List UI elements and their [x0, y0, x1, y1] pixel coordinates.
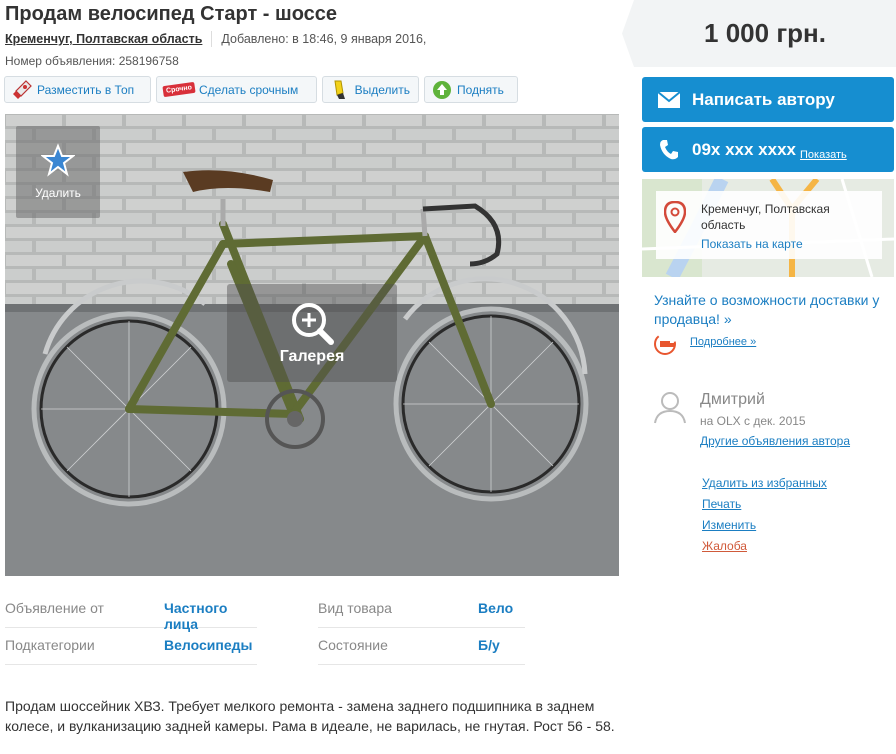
rocket-icon — [9, 79, 35, 101]
map-pin-icon — [664, 201, 686, 233]
show-on-map-link[interactable]: Показать на карте — [701, 237, 803, 251]
highlight-button[interactable]: Выделить — [322, 76, 419, 103]
ad-title: Продам велосипед Старт - шоссе — [5, 3, 338, 25]
write-author-label: Написать автору — [692, 89, 835, 109]
detail-key: Объявление от — [5, 600, 104, 616]
favorite-label: Удалить — [35, 186, 81, 200]
location-map[interactable]: Кременчуг, Полтавская область Показать н… — [642, 179, 894, 277]
ad-number: Номер объявления: 258196758 — [5, 54, 179, 68]
detail-value-link[interactable]: Вело — [478, 600, 513, 616]
urgent-tag-icon: Срочно — [161, 79, 197, 101]
print-link[interactable]: Печать — [702, 497, 741, 511]
highlight-label: Выделить — [354, 82, 410, 97]
other-ads-link[interactable]: Другие объявления автора — [700, 434, 850, 448]
ad-meta: Кременчуг, Полтавская область Добавлено:… — [5, 31, 426, 47]
star-icon — [41, 143, 75, 177]
show-phone-link[interactable]: Показать — [800, 149, 847, 161]
ad-description: Продам шоссейник ХВЗ. Требует мелкого ре… — [5, 698, 615, 734]
added-date: Добавлено: в 18:46, 9 января 2016, — [221, 32, 427, 46]
map-location: Кременчуг, Полтавская область — [701, 202, 830, 232]
delivery-info-link[interactable]: Узнайте о возможности доставки у продавц… — [654, 291, 890, 329]
highlighter-icon — [327, 79, 353, 101]
phone-icon — [656, 139, 682, 161]
detail-key: Состояние — [318, 637, 388, 653]
make-urgent-button[interactable]: Срочно Сделать срочным — [156, 76, 317, 103]
more-details-link[interactable]: Подробнее » — [690, 336, 756, 348]
gallery-button[interactable]: Галерея — [227, 284, 397, 382]
top-placement-button[interactable]: Разместить в Топ — [4, 76, 151, 103]
detail-row: Объявление от Частного лица — [5, 591, 257, 632]
favorite-toggle[interactable]: Удалить — [16, 126, 100, 218]
detail-key: Вид товара — [318, 600, 392, 616]
price: 1 000 грн. — [704, 18, 826, 48]
user-since: на OLX с дек. 2015 — [700, 414, 806, 428]
bicycle-photo[interactable]: Удалить Галерея — [5, 114, 619, 576]
bump-up-label: Поднять — [457, 82, 504, 97]
detail-row: Состояние Б/у — [318, 628, 525, 665]
detail-row: Подкатегории Велосипеды — [5, 628, 257, 665]
detail-key: Подкатегории — [5, 637, 95, 653]
bump-up-button[interactable]: Поднять — [424, 76, 518, 103]
gallery-label: Галерея — [279, 348, 345, 365]
detail-row: Вид товара Вело — [318, 591, 525, 628]
zoom-icon — [292, 303, 334, 345]
remove-favorite-link[interactable]: Удалить из избранных — [702, 476, 827, 490]
make-urgent-label: Сделать срочным — [199, 82, 299, 97]
complaint-link[interactable]: Жалоба — [702, 539, 747, 553]
write-author-button[interactable]: Написать автору — [642, 77, 894, 122]
detail-value-link[interactable]: Велосипеды — [164, 637, 252, 653]
envelope-icon — [656, 91, 682, 108]
location-link[interactable]: Кременчуг, Полтавская область — [5, 32, 202, 46]
price-box: 1 000 грн. — [622, 0, 896, 67]
promo-toolbar: Разместить в Топ Срочно Сделать срочным … — [4, 76, 518, 103]
top-placement-label: Разместить в Топ — [37, 82, 135, 97]
user-avatar-icon — [654, 392, 686, 424]
detail-value-link[interactable]: Б/у — [478, 637, 500, 653]
delivery-truck-icon — [654, 333, 676, 355]
divider — [211, 31, 213, 47]
phone-number: 09x xxx xxxx — [692, 139, 796, 159]
arrow-up-icon — [429, 79, 455, 101]
user-name: Дмитрий — [700, 391, 765, 408]
edit-link[interactable]: Изменить — [702, 518, 756, 532]
phone-button[interactable]: 09x xxx xxxx Показать — [642, 127, 894, 172]
